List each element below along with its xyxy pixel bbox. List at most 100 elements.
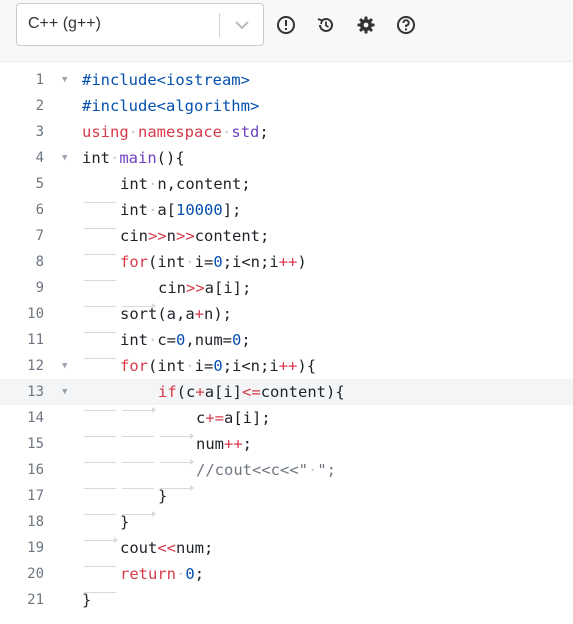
code-token: content; [194,227,270,245]
code-token: 0 [232,331,242,349]
code-text: for(int·i=0;i<n;i++){ [82,353,317,385]
code-text: #include<algorithm> [82,93,259,119]
code-line[interactable]: 9 cin>>a[i]; [0,275,573,309]
help-icon[interactable] [396,15,416,35]
code-token: num [196,435,224,453]
code-token: + [194,305,204,323]
code-token: for [120,253,148,271]
code-text: num++; [82,431,252,465]
code-token: >> [186,279,205,297]
code-text: } [82,587,91,613]
line-number: 21 [27,592,44,608]
code-line[interactable]: 21} [0,587,573,613]
code-token: · [148,175,158,193]
fold-toggle-icon[interactable]: ▼ [62,145,67,171]
code-line[interactable]: 10 sort(a,a+n); [0,301,573,333]
code-line[interactable]: 7 cin>>n>>content; [0,223,573,255]
code-line[interactable]: 12 ▼ for(int·i=0;i<n;i++){ [0,353,573,385]
line-number: 6 [35,202,44,218]
code-token: if [158,383,177,401]
line-number: 13 [27,384,44,400]
line-number: 20 [27,566,44,582]
code-line[interactable]: 4 ▼ int·main(){ [0,145,573,171]
code-token: namespace [138,123,223,141]
code-token: ]; [222,201,242,219]
code-text: cin>>a[i]; [82,275,252,309]
code-line[interactable]: 17} [0,483,573,517]
code-token: · [176,565,186,583]
code-token: · [110,149,120,167]
code-text: int·c=0,num=0; [82,327,251,359]
code-line[interactable]: 5 int·n,content; [0,171,573,203]
line-number: 17 [27,488,44,504]
line-number: 15 [27,436,44,452]
settings-icon[interactable] [356,15,376,35]
code-token: (int [148,357,186,375]
code-token: cin [158,279,186,297]
code-token: #include<iostream> [82,71,250,89]
line-number: 14 [27,410,44,426]
code-text: for(int·i=0;i<n;i++) [82,249,307,281]
code-token: sort(a,a [120,305,195,323]
code-line[interactable]: 18} [0,509,573,543]
code-token: ;i<n;i [222,357,279,375]
code-token: c [196,409,206,427]
code-text: int·n,content; [82,171,251,203]
code-token: 0 [213,357,223,375]
code-token: ;i<n;i [222,253,279,271]
code-line[interactable]: 1 ▼ #include<iostream> [0,67,573,93]
code-token: content){ [260,383,345,401]
code-token: } [120,513,130,531]
code-token: ; [259,123,269,141]
code-token: · [185,253,195,271]
code-token: · [128,123,139,141]
code-token: ){ [297,357,317,375]
line-number: 9 [35,280,44,296]
code-token: (){ [156,149,185,167]
code-token: a[i]; [204,279,252,297]
line-number: 16 [27,462,44,478]
code-token: ++ [224,435,243,453]
code-line[interactable]: 2 #include<algorithm> [0,93,573,119]
code-token: main [119,149,157,167]
code-token: for [120,357,148,375]
chevron-down-icon[interactable] [233,17,251,33]
code-token: += [205,409,225,427]
line-number: 7 [35,228,44,244]
code-line[interactable]: 20 return·0; [0,561,573,593]
code-text: c+=a[i]; [82,405,271,439]
code-token: cout [120,539,158,557]
line-number: 2 [35,98,44,114]
fold-toggle-icon[interactable]: ▼ [62,353,67,379]
code-token: a[i]; [224,409,271,427]
history-icon[interactable] [316,15,336,35]
language-select-value: C++ (g++) [28,15,101,32]
code-text: int·main(){ [82,145,185,171]
code-token: a[ [157,201,177,219]
code-line[interactable]: 14 c+=a[i]; [0,405,573,439]
code-token: int [120,331,148,349]
code-token: cin [120,227,148,245]
fold-toggle-icon[interactable]: ▼ [62,379,67,405]
info-icon[interactable] [276,15,296,35]
code-line[interactable]: 11 int·c=0,num=0; [0,327,573,359]
code-text: //cout<<c<<"·"; [82,457,336,491]
code-line[interactable]: 13 ▼ if(c+a[i]<=content){ [0,379,573,413]
code-text: } [82,509,130,543]
select-divider [219,13,220,37]
code-text: #include<iostream> [82,67,250,93]
code-line[interactable]: 16 //cout<<c<<"·"; [0,457,573,491]
code-text: using·namespace·std; [82,119,269,145]
code-token: ; [194,565,205,583]
code-editor[interactable]: 1 ▼ #include<iostream> 2 #include<algorithm>… [0,62,573,624]
fold-toggle-icon[interactable]: ▼ [62,67,67,93]
code-line[interactable]: 8 for(int·i=0;i<n;i++) [0,249,573,281]
code-token: a[i] [204,383,243,401]
code-token: #include<algorithm> [82,97,260,115]
code-line[interactable]: 3 using·namespace·std; [0,119,573,145]
code-token: return [120,565,176,583]
code-line[interactable]: 15 num++; [0,431,573,465]
code-line[interactable]: 6 int·a[10000]; [0,197,573,229]
language-select[interactable]: C++ (g++) [16,3,264,46]
code-line[interactable]: 19 cout<<num; [0,535,573,567]
